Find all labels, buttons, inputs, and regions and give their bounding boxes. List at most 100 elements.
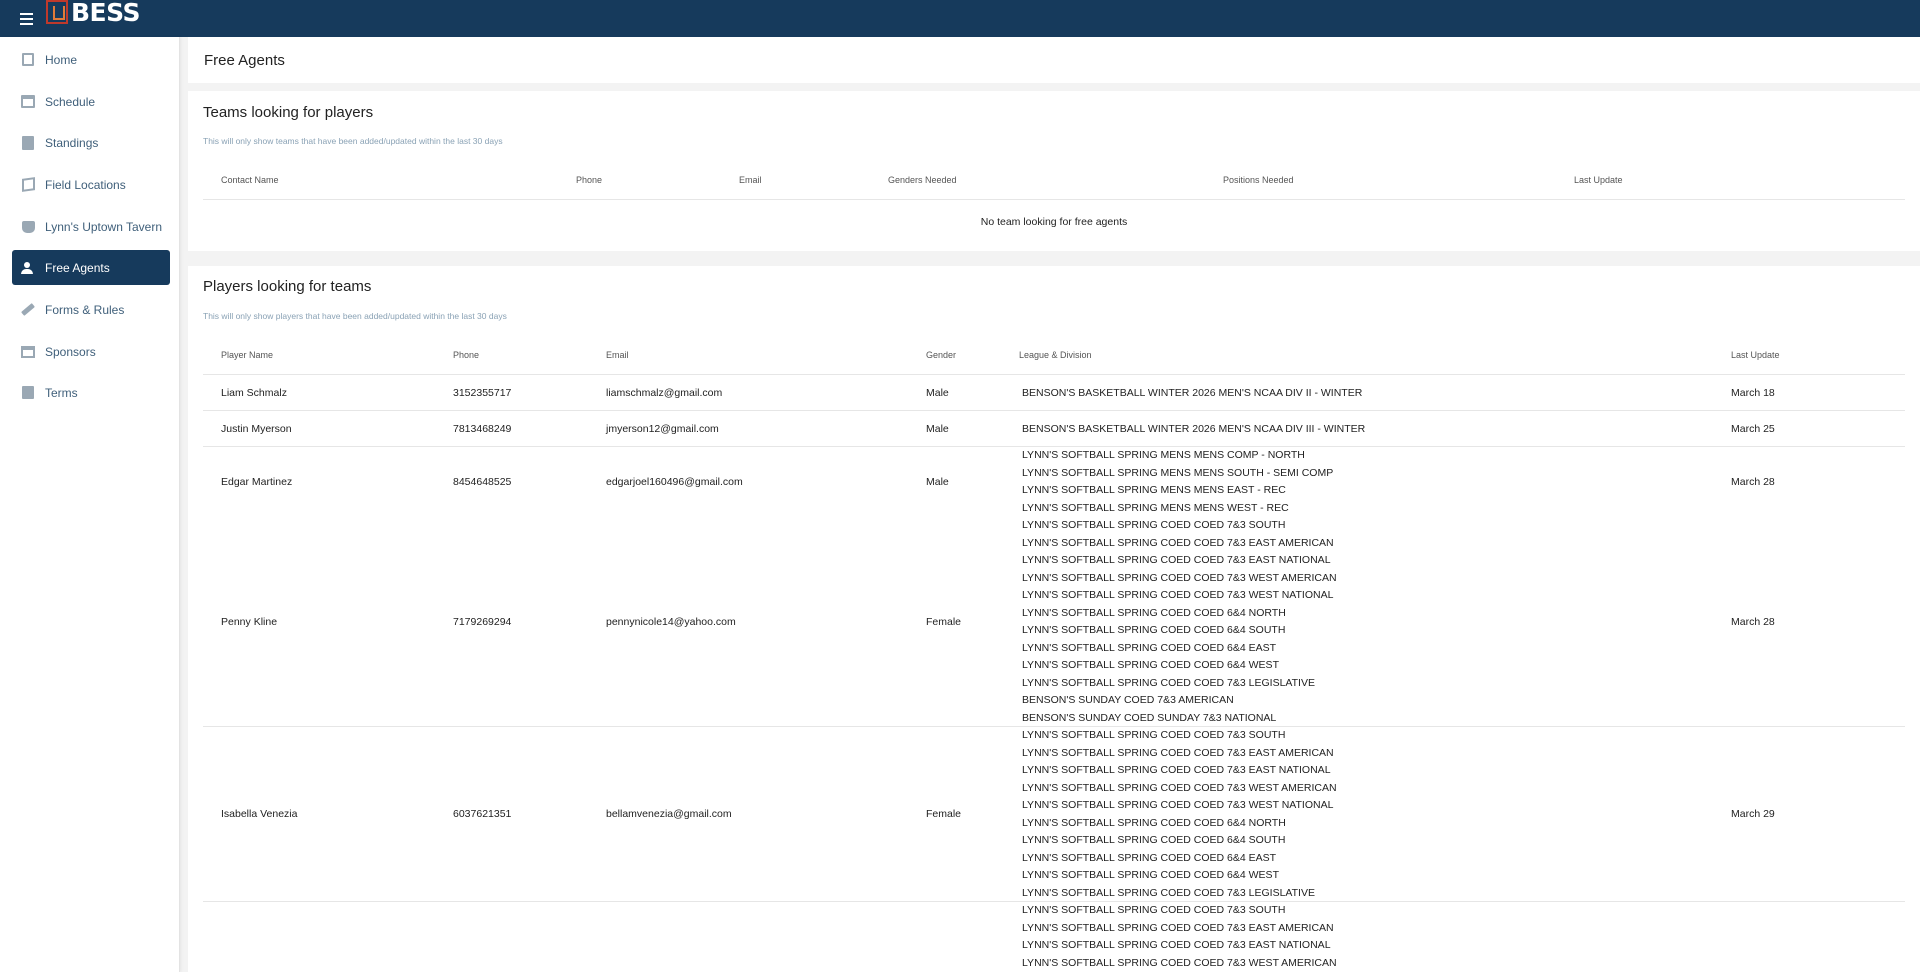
table-row[interactable]: LYNN'S SOFTBALL SPRING COED COED 7&3 SOU…	[203, 902, 1905, 972]
player-gender: Female	[926, 808, 962, 820]
player-division: LYNN'S SOFTBALL SPRING COED COED 7&3 EAS…	[1022, 921, 1334, 934]
player-division: LYNN'S SOFTBALL SPRING COED COED 7&3 LEG…	[1022, 676, 1315, 689]
sidebar-item-field-locations[interactable]: Field Locations	[12, 167, 170, 202]
player-division: LYNN'S SOFTBALL SPRING COED COED 6&4 EAS…	[1022, 851, 1277, 864]
player-division: LYNN'S SOFTBALL SPRING COED COED 6&4 SOU…	[1022, 834, 1286, 846]
document-icon	[20, 385, 36, 401]
division-list: LYNN'S SOFTBALL SPRING MENS MENS COMP - …	[1022, 447, 1333, 517]
teams-card-title: Teams looking for players	[203, 104, 374, 121]
player-division: LYNN'S SOFTBALL SPRING COED COED 6&4 NOR…	[1022, 816, 1286, 829]
player-gender: Female	[926, 615, 962, 628]
copy-icon	[20, 52, 36, 68]
player-division: LYNN'S SOFTBALL SPRING COED COED 6&4 SOU…	[1022, 624, 1286, 636]
table-row[interactable]: Justin Myerson 7813468249 jmyerson12@gma…	[203, 411, 1905, 447]
sidebar-item-home[interactable]: Home	[12, 42, 170, 77]
players-looking-card: Players looking for teams This will only…	[188, 266, 1920, 972]
player-division: BENSON'S BASKETBALL WINTER 2026 MEN'S NC…	[1022, 422, 1366, 435]
sidebar-item-standings[interactable]: Standings	[12, 125, 170, 160]
sidebar-item-forms-rules[interactable]: Forms & Rules	[12, 292, 170, 327]
column-header[interactable]: League & Division	[1019, 350, 1092, 360]
sidebar-item-label: Lynn's Uptown Tavern	[45, 219, 163, 234]
clipboard-icon	[20, 135, 36, 151]
teams-looking-card: Teams looking for players This will only…	[188, 91, 1920, 251]
sidebar-item-label: Schedule	[45, 94, 96, 109]
player-name: Liam Schmalz	[221, 386, 287, 399]
sidebar-item-label: Free Agents	[45, 260, 110, 275]
sidebar-item-label: Standings	[45, 135, 99, 150]
player-email: pennynicole14@yahoo.com	[606, 615, 736, 628]
sidebar-item-label: Terms	[45, 385, 78, 400]
player-division: LYNN'S SOFTBALL SPRING COED COED 7&3 EAS…	[1022, 939, 1331, 951]
column-header[interactable]: Gender	[926, 350, 956, 360]
column-header[interactable]: Phone	[453, 350, 479, 360]
player-phone: 8454648525	[453, 476, 512, 488]
sidebar-item-free-agents[interactable]: Free Agents	[12, 250, 170, 285]
player-division: BENSON'S SUNDAY COED SUNDAY 7&3 NATIONAL	[1022, 711, 1277, 724]
player-name: Justin Myerson	[221, 422, 292, 435]
column-header[interactable]: Email	[606, 350, 629, 360]
player-email: bellamvenezia@gmail.com	[606, 808, 732, 820]
player-name: Edgar Martinez	[221, 476, 293, 488]
sidebar-item-label: Forms & Rules	[45, 302, 125, 317]
player-gender: Male	[926, 476, 949, 488]
players-card-title: Players looking for teams	[203, 278, 372, 295]
menu-icon[interactable]	[14, 6, 40, 32]
column-header[interactable]: Contact Name	[221, 175, 279, 185]
logo-text: BESS	[71, 0, 141, 27]
player-division: LYNN'S SOFTBALL SPRING COED COED 7&3 WES…	[1022, 571, 1337, 584]
player-last-update: March 18	[1731, 386, 1775, 399]
table-row[interactable]: Isabella Venezia 6037621351 bellamvenezi…	[203, 727, 1905, 902]
player-division: LYNN'S SOFTBALL SPRING COED COED 7&3 EAS…	[1022, 536, 1334, 549]
player-phone: 7813468249	[453, 422, 512, 435]
player-division: LYNN'S SOFTBALL SPRING COED COED 7&3 EAS…	[1022, 554, 1331, 566]
cup-icon	[20, 219, 36, 235]
division-list: LYNN'S SOFTBALL SPRING COED COED 7&3 SOU…	[1022, 517, 1337, 727]
sidebar-item-schedule[interactable]: Schedule	[12, 84, 170, 119]
player-last-update: March 29	[1731, 808, 1775, 820]
player-division: LYNN'S SOFTBALL SPRING COED COED 7&3 SOU…	[1022, 729, 1286, 741]
player-division: LYNN'S SOFTBALL SPRING COED COED 6&4 WES…	[1022, 659, 1279, 671]
player-gender: Male	[926, 422, 949, 435]
player-email: jmyerson12@gmail.com	[606, 422, 719, 435]
logo-mark-icon	[46, 0, 68, 24]
table-row[interactable]: Penny Kline 7179269294 pennynicole14@yah…	[203, 517, 1905, 727]
column-header[interactable]: Positions Needed	[1223, 175, 1294, 185]
teams-card-subtitle: This will only show teams that have been…	[203, 136, 503, 146]
player-division: LYNN'S SOFTBALL SPRING MENS MENS COMP - …	[1022, 449, 1305, 461]
column-header[interactable]: Last Update	[1574, 175, 1623, 185]
sidebar-item-lynns-uptown-tavern[interactable]: Lynn's Uptown Tavern	[12, 209, 170, 244]
division-list: LYNN'S SOFTBALL SPRING COED COED 7&3 SOU…	[1022, 902, 1337, 972]
calendar-icon	[20, 94, 36, 110]
player-last-update: March 28	[1731, 615, 1775, 628]
table-row[interactable]: Liam Schmalz 3152355717 liamschmalz@gmai…	[203, 375, 1905, 411]
empty-state-message: No team looking for free agents	[980, 216, 1128, 228]
player-division: LYNN'S SOFTBALL SPRING COED COED 7&3 WES…	[1022, 781, 1337, 794]
divider	[203, 199, 1905, 200]
sidebar: Home Schedule Standings Field Locations …	[0, 37, 180, 972]
column-header[interactable]: Phone	[576, 175, 602, 185]
division-list: LYNN'S SOFTBALL SPRING COED COED 7&3 SOU…	[1022, 727, 1337, 902]
players-card-subtitle: This will only show players that have be…	[203, 311, 507, 321]
player-phone: 7179269294	[453, 615, 512, 628]
player-division: LYNN'S SOFTBALL SPRING MENS MENS SOUTH -…	[1022, 466, 1334, 479]
player-division: LYNN'S SOFTBALL SPRING COED COED 7&3 SOU…	[1022, 519, 1286, 531]
column-header[interactable]: Email	[739, 175, 762, 185]
player-last-update: March 28	[1731, 476, 1775, 488]
player-division: LYNN'S SOFTBALL SPRING COED COED 7&3 LEG…	[1022, 886, 1315, 899]
sidebar-item-sponsors[interactable]: Sponsors	[12, 334, 170, 369]
sidebar-item-terms[interactable]: Terms	[12, 375, 170, 410]
player-division: BENSON'S BASKETBALL WINTER 2026 MEN'S NC…	[1022, 386, 1363, 399]
player-division: LYNN'S SOFTBALL SPRING COED COED 6&4 EAS…	[1022, 641, 1277, 654]
column-header[interactable]: Genders Needed	[888, 175, 957, 185]
player-division: LYNN'S SOFTBALL SPRING COED COED 7&3 WES…	[1022, 799, 1334, 811]
store-icon	[20, 344, 36, 360]
column-header[interactable]: Last Update	[1731, 350, 1780, 360]
player-division: LYNN'S SOFTBALL SPRING MENS MENS EAST - …	[1022, 484, 1286, 496]
player-division: LYNN'S SOFTBALL SPRING COED COED 6&4 WES…	[1022, 869, 1279, 881]
app-logo[interactable]: BESS	[46, 0, 141, 27]
player-division: LYNN'S SOFTBALL SPRING MENS MENS WEST - …	[1022, 501, 1289, 514]
player-last-update: March 25	[1731, 422, 1775, 435]
player-name: Penny Kline	[221, 615, 278, 628]
table-row[interactable]: Edgar Martinez 8454648525 edgarjoel16049…	[203, 447, 1905, 517]
column-header[interactable]: Player Name	[221, 350, 273, 360]
